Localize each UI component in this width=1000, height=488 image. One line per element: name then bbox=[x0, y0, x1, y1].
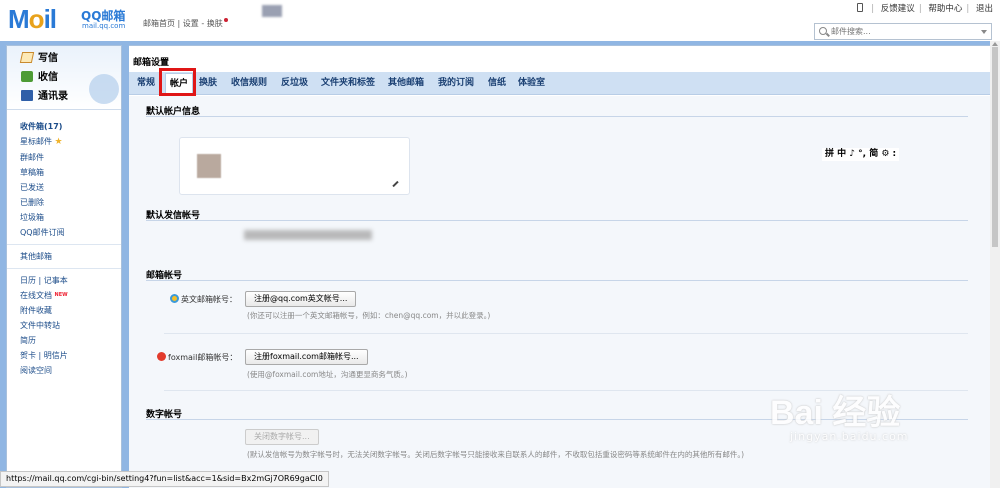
notes-link[interactable]: 记事本 bbox=[44, 276, 68, 285]
english-hint: (你还可以注册一个英文邮箱帐号，例如：chen@qq.com，并以此登录。) bbox=[247, 311, 491, 320]
phone-icon[interactable] bbox=[857, 3, 864, 12]
foxmail-icon bbox=[157, 352, 166, 361]
logo-domain: mail.qq.com bbox=[82, 22, 126, 30]
quick-actions: 写信 收信 通讯录 bbox=[7, 46, 121, 110]
sidebar-item-other-mailbox[interactable]: 其他邮箱 bbox=[20, 249, 108, 264]
divider bbox=[7, 244, 121, 245]
divider bbox=[164, 333, 968, 334]
qq-english-icon bbox=[170, 294, 179, 303]
sidebar-item-attachments[interactable]: 附件收藏 bbox=[20, 303, 108, 318]
tab-lab[interactable]: 体验室 bbox=[518, 76, 545, 90]
scroll-up-icon[interactable] bbox=[992, 42, 998, 46]
sidebar-item-sent[interactable]: 已发送 bbox=[20, 180, 108, 195]
inbox-icon bbox=[21, 71, 33, 82]
logout-link[interactable]: 退出 bbox=[976, 4, 993, 14]
sidebar-item-calendar-notes: 日历 | 记事本 bbox=[20, 276, 68, 285]
compose-icon bbox=[19, 52, 35, 63]
top-nav[interactable]: 邮箱首页 | 设置 - 换肤 bbox=[143, 18, 228, 29]
baidu-watermark: Bai 经验 jingyan.baidu.com bbox=[770, 394, 909, 443]
top-bar: Moil QQ邮箱 mail.qq.com 邮箱首页 | 设置 - 换肤 | 反… bbox=[0, 0, 1000, 44]
search-input[interactable] bbox=[831, 25, 981, 38]
sidebar-item-subscriptions[interactable]: QQ邮件订阅 bbox=[20, 225, 108, 240]
divider bbox=[7, 268, 121, 269]
register-foxmail-button[interactable]: 注册foxmail.com邮箱帐号... bbox=[245, 349, 368, 365]
foxmail-hint: (使用@foxmail.com地址，沟通更显商务气质。) bbox=[247, 370, 408, 379]
sidebar-item-spam[interactable]: 垃圾箱 bbox=[20, 210, 108, 225]
tab-general[interactable]: 常规 bbox=[137, 76, 155, 90]
calendar-link[interactable]: 日历 bbox=[20, 276, 36, 285]
contacts-button[interactable]: 通讯录 bbox=[21, 89, 68, 105]
addressbook-icon bbox=[21, 90, 33, 101]
close-digital-account-button[interactable]: 关闭数字帐号... bbox=[245, 429, 319, 445]
compose-button[interactable]: 写信 bbox=[19, 51, 58, 67]
sidebar-item-starred[interactable]: 星标邮件 ★ bbox=[20, 134, 108, 150]
star-icon: ★ bbox=[54, 137, 63, 147]
sidebar: 写信 收信 通讯录 收件箱(17) 星标邮件 ★ 群邮件 草稿箱 已发送 已删除… bbox=[6, 45, 122, 488]
avatar bbox=[197, 154, 221, 178]
top-links: | 反馈建议 | 帮助中心 | 退出 bbox=[857, 2, 993, 14]
tab-folders[interactable]: 文件夹和标签 bbox=[321, 76, 375, 90]
folder-list: 收件箱(17) 星标邮件 ★ 群邮件 草稿箱 已发送 已删除 垃圾箱 QQ邮件订… bbox=[7, 119, 121, 378]
postcard-link[interactable]: 明信片 bbox=[44, 351, 68, 360]
scrollbar[interactable] bbox=[990, 41, 1000, 488]
sidebar-item-cards: 贺卡 | 明信片 bbox=[20, 351, 68, 360]
qqmail-logo[interactable]: Moil QQ邮箱 mail.qq.com bbox=[8, 4, 134, 34]
new-badge: NEW bbox=[54, 292, 68, 298]
divider bbox=[146, 220, 968, 221]
tab-antispam[interactable]: 反垃圾 bbox=[281, 76, 308, 90]
mascot-icon bbox=[89, 74, 119, 104]
sender-address-redacted bbox=[244, 230, 372, 240]
tab-other-mailbox[interactable]: 其他邮箱 bbox=[388, 76, 424, 90]
tab-skin[interactable]: 换肤 bbox=[199, 76, 217, 90]
avatar-card[interactable] bbox=[179, 137, 410, 195]
tab-rules[interactable]: 收信规则 bbox=[231, 76, 267, 90]
register-english-button[interactable]: 注册@qq.com英文帐号... bbox=[245, 291, 357, 307]
divider bbox=[146, 116, 968, 117]
sidebar-item-docs[interactable]: 在线文档 NEW bbox=[20, 288, 108, 303]
search-icon bbox=[819, 27, 827, 35]
tab-stationery[interactable]: 信纸 bbox=[488, 76, 506, 90]
divider bbox=[146, 280, 968, 281]
settings-tabs: 常规 帐户 换肤 收信规则 反垃圾 文件夹和标签 其他邮箱 我的订阅 信纸 体验… bbox=[129, 72, 990, 95]
scroll-thumb[interactable] bbox=[992, 47, 998, 247]
sidebar-item-group[interactable]: 群邮件 bbox=[20, 150, 108, 165]
sidebar-item-inbox[interactable]: 收件箱(17) bbox=[20, 119, 108, 134]
ime-toolbar[interactable]: 拼 中 ♪ °, 简 ⚙ : bbox=[822, 148, 900, 161]
sidebar-item-deleted[interactable]: 已删除 bbox=[20, 195, 108, 210]
sidebar-item-file-transfer[interactable]: 文件中转站 bbox=[20, 318, 108, 333]
sidebar-item-drafts[interactable]: 草稿箱 bbox=[20, 165, 108, 180]
user-name-redacted bbox=[262, 5, 282, 17]
highlight-box bbox=[159, 68, 196, 96]
notification-dot bbox=[223, 18, 228, 22]
foxmail-account-label: foxmail邮箱帐号： bbox=[157, 352, 237, 363]
status-bar-url: https://mail.qq.com/cgi-bin/setting4?fun… bbox=[0, 471, 329, 487]
receive-button[interactable]: 收信 bbox=[21, 70, 58, 86]
english-account-label: 英文邮箱帐号： bbox=[170, 294, 237, 305]
card-link[interactable]: 贺卡 bbox=[20, 351, 36, 360]
feedback-link[interactable]: 反馈建议 bbox=[881, 4, 915, 14]
edit-icon[interactable] bbox=[392, 180, 399, 188]
mail-search[interactable] bbox=[814, 23, 992, 40]
help-link[interactable]: 帮助中心 bbox=[928, 4, 962, 14]
sidebar-item-reading[interactable]: 阅读空间 bbox=[20, 363, 108, 378]
digital-hint: (默认发信帐号为数字帐号时，无法关闭数字帐号。关闭后数字帐号只能接收来自联系人的… bbox=[247, 450, 745, 459]
tab-subscriptions[interactable]: 我的订阅 bbox=[438, 76, 474, 90]
page-title: 邮箱设置 bbox=[133, 58, 170, 68]
sidebar-item-resume[interactable]: 简历 bbox=[20, 333, 108, 348]
chevron-down-icon[interactable] bbox=[981, 30, 987, 34]
